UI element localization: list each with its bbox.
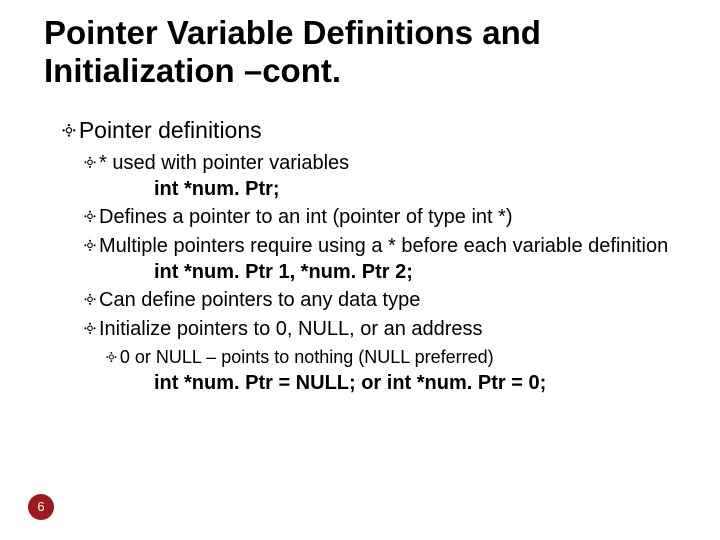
slide: Pointer Variable Definitions and Initial… <box>0 0 720 540</box>
bullet-level2: ༓Multiple pointers require using a * bef… <box>84 234 690 259</box>
code-line: int *num. Ptr; <box>154 178 690 201</box>
code-line: int *num. Ptr 1, *num. Ptr 2; <box>154 261 690 284</box>
bullet-icon: ༓ <box>84 205 96 230</box>
bullet-level3: ༓0 or NULL – points to nothing (NULL pre… <box>106 346 690 369</box>
bullet-level2: ༓Can define pointers to any data type <box>84 288 690 313</box>
slide-title: Pointer Variable Definitions and Initial… <box>44 14 690 90</box>
bullet-text: Pointer definitions <box>79 117 262 143</box>
bullet-text: Can define pointers to any data type <box>99 289 420 311</box>
bullet-level1: ༓Pointer definitions <box>62 116 690 145</box>
bullet-level2: ༓Defines a pointer to an int (pointer of… <box>84 205 690 230</box>
bullet-text: 0 or NULL – points to nothing (NULL pref… <box>120 347 494 367</box>
code-line: int *num. Ptr = NULL; or int *num. Ptr =… <box>154 372 690 395</box>
bullet-level2: ༓* used with pointer variables <box>84 151 690 176</box>
bullet-icon: ༓ <box>106 346 117 369</box>
bullet-text: Initialize pointers to 0, NULL, or an ad… <box>99 318 483 340</box>
bullet-icon: ༓ <box>62 116 76 145</box>
bullet-icon: ༓ <box>84 317 96 342</box>
bullet-level2: ༓Initialize pointers to 0, NULL, or an a… <box>84 317 690 342</box>
page-number-badge: 6 <box>28 494 54 520</box>
bullet-text: Multiple pointers require using a * befo… <box>99 235 668 257</box>
bullet-icon: ༓ <box>84 288 96 313</box>
bullet-icon: ༓ <box>84 234 96 259</box>
bullet-text: * used with pointer variables <box>99 152 349 174</box>
bullet-text: Defines a pointer to an int (pointer of … <box>99 206 513 228</box>
bullet-icon: ༓ <box>84 151 96 176</box>
